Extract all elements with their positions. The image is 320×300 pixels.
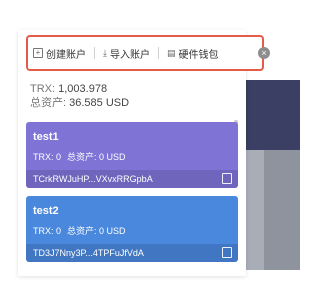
account-name: test2	[33, 205, 59, 217]
account-name: test1	[33, 131, 59, 143]
close-icon[interactable]: ×	[258, 47, 270, 59]
trx-balance-value: 1,003.978	[58, 83, 108, 95]
account-address: TD3J7Nny3P...4TPFuJfVdA	[33, 248, 144, 258]
download-icon: ⤓	[103, 47, 107, 58]
hardware-wallet-button[interactable]: ▤ 硬件钱包	[167, 46, 219, 61]
create-account-button[interactable]: + 创建账户	[33, 46, 86, 61]
account-address: TCrkRWJuHP...VXvxRRGpbA	[33, 174, 153, 184]
account-address-bar: TD3J7Nny3P...4TPFuJfVdA	[26, 244, 238, 262]
account-address-bar: TCrkRWJuHP...VXvxRRGpbA	[26, 170, 238, 188]
hardware-wallet-label: 硬件钱包	[178, 49, 219, 61]
copy-icon[interactable]	[222, 247, 232, 258]
plus-box-icon: +	[33, 48, 43, 58]
background-grey-block-2	[264, 150, 300, 270]
trx-balance-label: TRX:	[30, 83, 56, 95]
account-trx: TRX: 0	[33, 226, 62, 236]
create-account-label: 创建账户	[46, 49, 86, 61]
account-toolbar: + 创建账户 ⤓ 导入账户 ▤ 硬件钱包	[26, 35, 264, 71]
total-assets-label: 总资产:	[30, 97, 67, 109]
hardware-wallet-icon: ▤	[166, 47, 176, 58]
account-assets: 总资产: 0 USD	[67, 152, 126, 162]
background-dark-block	[244, 80, 300, 150]
account-balances: TRX: 0 总资产: 0 USD	[33, 150, 126, 163]
balance-summary: TRX: 1,003.978 总资产: 36.585 USD	[30, 82, 129, 110]
account-card-test2[interactable]: test2 TRX: 0 总资产: 0 USD TD3J7Nny3P...4TPF…	[26, 196, 238, 262]
account-assets: 总资产: 0 USD	[67, 226, 126, 236]
trx-balance-row: TRX: 1,003.978	[30, 82, 129, 96]
toolbar-divider	[94, 47, 95, 59]
total-assets-row: 总资产: 36.585 USD	[30, 96, 129, 110]
account-trx: TRX: 0	[33, 152, 62, 162]
import-account-label: 导入账户	[109, 49, 150, 61]
import-account-button[interactable]: ⤓ 导入账户	[103, 46, 150, 61]
total-assets-value: 36.585 USD	[69, 97, 130, 109]
account-balances: TRX: 0 总资产: 0 USD	[33, 224, 126, 237]
copy-icon[interactable]	[222, 173, 232, 184]
account-card-test1[interactable]: test1 TRX: 0 总资产: 0 USD TCrkRWJuHP...VXvx…	[26, 122, 238, 188]
toolbar-divider	[157, 47, 159, 59]
